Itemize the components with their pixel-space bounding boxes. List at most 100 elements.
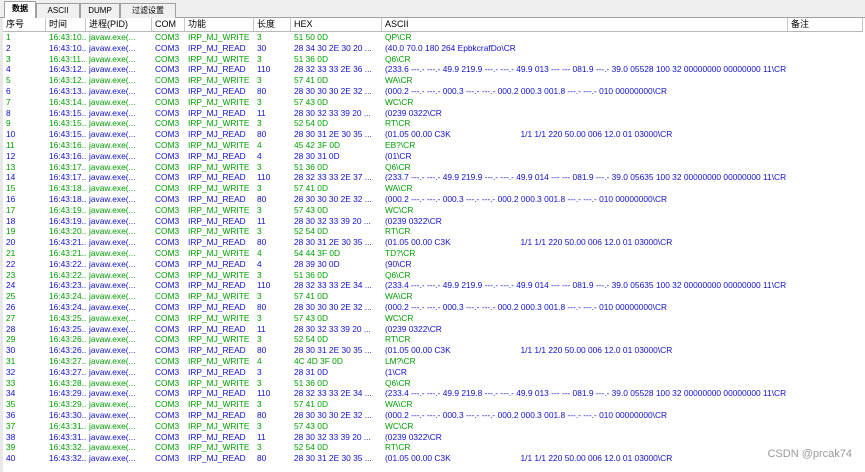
column-header-function[interactable]: 功能 (185, 18, 254, 31)
table-row[interactable]: 32 16:43:27... javaw.exe(... COM3 IRP_MJ_REA… (3, 367, 863, 378)
cell-time: 16:43:17... (49, 161, 86, 172)
cell-function: IRP_MJ_READ (188, 453, 246, 464)
cell-ascii: Q6\CR (385, 53, 411, 64)
table-row[interactable]: 37 16:43:31... javaw.exe(... COM3 IRP_MJ_WRI… (3, 421, 863, 432)
cell-com: COM3 (155, 237, 180, 248)
column-header-time[interactable]: 时间 (46, 18, 86, 31)
cell-process: javaw.exe(... (89, 75, 136, 86)
cell-com: COM3 (155, 453, 180, 464)
table-row[interactable]: 1 16:43:10... javaw.exe(... COM3 IRP_MJ_WRIT… (3, 32, 863, 43)
table-row[interactable]: 28 16:43:25... javaw.exe(... COM3 IRP_MJ_REA… (3, 324, 863, 335)
cell-process: javaw.exe(... (89, 420, 136, 431)
cell-process: javaw.exe(... (89, 334, 136, 345)
table-row[interactable]: 38 16:43:31... javaw.exe(... COM3 IRP_MJ_REA… (3, 432, 863, 443)
cell-length: 80 (257, 453, 267, 464)
tab-ascii[interactable]: ASCII (36, 3, 80, 18)
table-row[interactable]: 24 16:43:23... javaw.exe(... COM3 IRP_MJ_REA… (3, 280, 863, 291)
table-row[interactable]: 30 16:43:26... javaw.exe(... COM3 IRP_MJ_REA… (3, 345, 863, 356)
cell-ascii: (000.2 ---.- ---.- 000.3 ---.- ---.- 000… (385, 302, 668, 312)
cell-hex: 28 30 30 30 2E 32 ... (294, 194, 372, 204)
table-row[interactable]: 2 16:43:10... javaw.exe(... COM3 IRP_MJ_READ… (3, 43, 863, 54)
tab-data[interactable]: 数据 (4, 1, 36, 18)
table-row[interactable]: 3 16:43:11... javaw.exe(... COM3 IRP_MJ_WRIT… (3, 54, 863, 65)
cell-time: 16:43:27... (49, 366, 86, 377)
table-row[interactable]: 15 16:43:18... javaw.exe(... COM3 IRP_MJ_WRI… (3, 183, 863, 194)
cell-com: COM3 (155, 280, 180, 291)
cell-hex: 28 30 31 0D (294, 150, 340, 161)
cell-com: COM3 (155, 366, 180, 377)
cell-hex: 51 36 0D (294, 53, 328, 64)
column-header-notes[interactable]: 备注 (788, 18, 863, 31)
table-row[interactable]: 14 16:43:17... javaw.exe(... COM3 IRP_MJ_REA… (3, 172, 863, 183)
table-row[interactable]: 6 16:43:13... javaw.exe(... COM3 IRP_MJ_READ… (3, 86, 863, 97)
table-row[interactable]: 5 16:43:12... javaw.exe(... COM3 IRP_MJ_WRIT… (3, 75, 863, 86)
table-row[interactable]: 17 16:43:19... javaw.exe(... COM3 IRP_MJ_WRI… (3, 205, 863, 216)
cell-process: javaw.exe(... (89, 237, 136, 248)
tab-filter-settings[interactable]: 过滤设置 (120, 3, 176, 18)
cell-seq: 23 (6, 269, 16, 280)
table-row[interactable]: 13 16:43:17... javaw.exe(... COM3 IRP_MJ_WRI… (3, 162, 863, 173)
cell-length: 3 (257, 420, 262, 431)
cell-com: COM3 (155, 334, 180, 345)
cell-function: IRP_MJ_READ (188, 150, 246, 161)
table-row[interactable]: 34 16:43:29... javaw.exe(... COM3 IRP_MJ_REA… (3, 388, 863, 399)
cell-hex: 57 43 0D (294, 204, 328, 215)
cell-com: COM3 (155, 42, 180, 53)
cell-ascii: LM?\CR (385, 356, 416, 366)
table-row[interactable]: 9 16:43:15... javaw.exe(... COM3 IRP_MJ_WRIT… (3, 118, 863, 129)
cell-function: IRP_MJ_WRITE (188, 226, 250, 237)
table-row[interactable]: 25 16:43:24... javaw.exe(... COM3 IRP_MJ_WRI… (3, 291, 863, 302)
table-row[interactable]: 26 16:43:24... javaw.exe(... COM3 IRP_MJ_REA… (3, 302, 863, 313)
table-row[interactable]: 36 16:43:30... javaw.exe(... COM3 IRP_MJ_REA… (3, 410, 863, 421)
table-row[interactable]: 21 16:43:21... javaw.exe(... COM3 IRP_MJ_WRI… (3, 248, 863, 259)
cell-ascii: (01.05 00.00 C3K 1/1 1/1 220 50.00 006 1… (385, 129, 673, 140)
cell-com: COM3 (155, 431, 180, 442)
cell-seq: 40 (6, 453, 16, 464)
cell-time: 16:43:16... (49, 150, 86, 161)
cell-com: COM3 (155, 345, 180, 356)
cell-time: 16:43:24... (49, 291, 86, 302)
column-header-ascii[interactable]: ASCII (382, 18, 788, 31)
cell-time: 16:43:12... (49, 75, 86, 86)
table-row[interactable]: 10 16:43:15... javaw.exe(... COM3 IRP_MJ_REA… (3, 129, 863, 140)
cell-function: IRP_MJ_WRITE (188, 204, 250, 215)
cell-com: COM3 (155, 291, 180, 302)
column-header-com[interactable]: COM (152, 18, 185, 31)
cell-ascii: EB?\CR (385, 140, 416, 150)
table-row[interactable]: 23 16:43:22... javaw.exe(... COM3 IRP_MJ_WRI… (3, 270, 863, 281)
cell-length: 4 (257, 248, 262, 258)
cell-time: 16:43:11... (49, 53, 86, 64)
table-row[interactable]: 27 16:43:25... javaw.exe(... COM3 IRP_MJ_WRI… (3, 313, 863, 324)
table-row[interactable]: 16 16:43:18... javaw.exe(... COM3 IRP_MJ_REA… (3, 194, 863, 205)
table-row[interactable]: 39 16:43:32... javaw.exe(... COM3 IRP_MJ_WRI… (3, 442, 863, 453)
table-row[interactable]: 35 16:43:29... javaw.exe(... COM3 IRP_MJ_WRI… (3, 399, 863, 410)
table-row[interactable]: 22 16:43:22... javaw.exe(... COM3 IRP_MJ_REA… (3, 259, 863, 270)
table-row[interactable]: 11 16:43:16... javaw.exe(... COM3 IRP_MJ_WRI… (3, 140, 863, 151)
table-row[interactable]: 29 16:43:26... javaw.exe(... COM3 IRP_MJ_WRI… (3, 334, 863, 345)
table-row[interactable]: 20 16:43:21... javaw.exe(... COM3 IRP_MJ_REA… (3, 237, 863, 248)
cell-ascii: (1\CR (385, 366, 407, 377)
table-row[interactable]: 7 16:43:14... javaw.exe(... COM3 IRP_MJ_WRIT… (3, 97, 863, 108)
table-row[interactable]: 19 16:43:20... javaw.exe(... COM3 IRP_MJ_WRI… (3, 226, 863, 237)
column-header-length[interactable]: 长度 (254, 18, 291, 31)
column-header-hex[interactable]: HEX (291, 18, 382, 31)
table-row[interactable]: 8 16:43:15... javaw.exe(... COM3 IRP_MJ_READ… (3, 108, 863, 119)
cell-function: IRP_MJ_READ (188, 410, 246, 420)
column-header-seq[interactable]: 序号 (3, 18, 46, 31)
cell-length: 3 (257, 226, 262, 237)
table-row[interactable]: 40 16:43:32... javaw.exe(... COM3 IRP_MJ_REA… (3, 453, 863, 464)
table-row[interactable]: 4 16:43:12... javaw.exe(... COM3 IRP_MJ_READ… (3, 64, 863, 75)
cell-seq: 8 (6, 107, 11, 118)
table-row[interactable]: 18 16:43:19... javaw.exe(... COM3 IRP_MJ_REA… (3, 216, 863, 227)
cell-function: IRP_MJ_READ (188, 86, 246, 96)
table-row[interactable]: 12 16:43:16... javaw.exe(... COM3 IRP_MJ_REA… (3, 151, 863, 162)
tab-dump[interactable]: DUMP (80, 3, 120, 18)
cell-time: 16:43:30... (49, 410, 86, 420)
cell-time: 16:43:29... (49, 388, 86, 399)
table-row[interactable]: 31 16:43:27... javaw.exe(... COM3 IRP_MJ_WRI… (3, 356, 863, 367)
cell-time: 16:43:18... (49, 194, 86, 204)
column-header-process[interactable]: 进程(PID) (86, 18, 152, 31)
table-row[interactable]: 33 16:43:28... javaw.exe(... COM3 IRP_MJ_WRI… (3, 378, 863, 389)
cell-length: 30 (257, 42, 267, 53)
cell-length: 110 (257, 280, 271, 291)
